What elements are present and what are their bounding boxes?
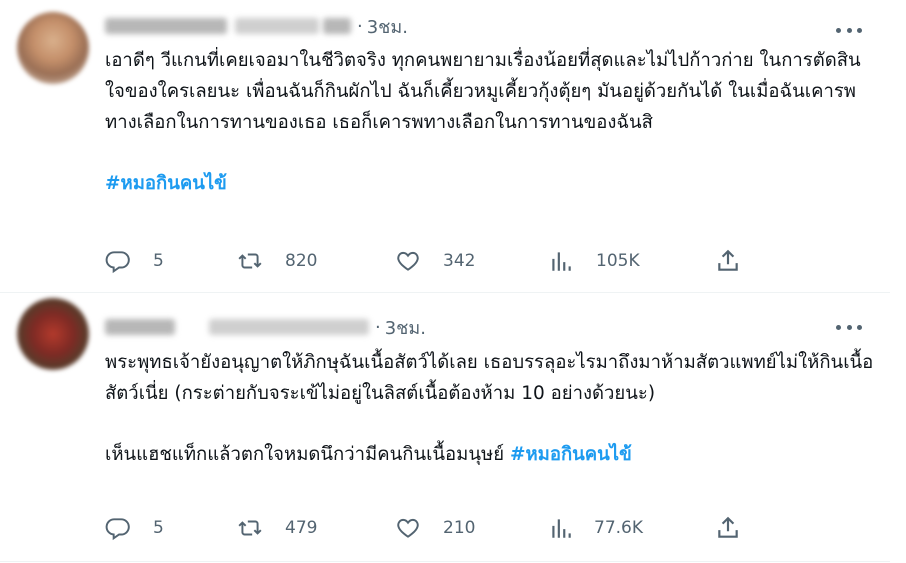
share-button[interactable] xyxy=(715,513,741,543)
like-button[interactable]: 210 xyxy=(395,513,475,543)
tweet-text: พระพุทธเจ้ายังอนุญาตให้ภิกษุฉันเนื้อสัตว… xyxy=(105,347,880,470)
views-chart-icon xyxy=(552,519,571,538)
blurred-display-name[interactable] xyxy=(105,18,227,34)
reply-icon xyxy=(105,251,130,274)
share-icon xyxy=(718,249,738,271)
separator-dot: · xyxy=(357,15,363,37)
reply-count: 5 xyxy=(153,251,164,271)
view-count: 105K xyxy=(596,251,640,271)
repost-count: 820 xyxy=(285,251,318,271)
tweet-hashtag-line: #หมอกินคนไข้ xyxy=(105,168,880,199)
blurred-handle[interactable] xyxy=(209,319,369,335)
heart-icon xyxy=(397,518,419,538)
tweet-timestamp[interactable]: 3ชม. xyxy=(385,313,426,342)
separator-dot: · xyxy=(375,316,381,338)
hashtag-link[interactable]: #หมอกินคนไข้ xyxy=(105,173,227,194)
tweet-paragraph: เอาดีๆ วีแกนที่เคยเจอมาในชีวิตจริง ทุกคน… xyxy=(105,50,861,133)
avatar[interactable] xyxy=(17,12,89,84)
view-count: 77.6K xyxy=(594,518,643,538)
tweet-header: · 3ชม. xyxy=(105,14,408,38)
views-button[interactable]: 77.6K xyxy=(548,513,643,543)
like-button[interactable]: 342 xyxy=(395,246,475,276)
avatar[interactable] xyxy=(17,298,89,370)
repost-count: 479 xyxy=(285,518,318,538)
tweet-hashtag-line: เห็นแฮชแท็กแล้วตกใจหมดนึกว่ามีคนกินเนื้อ… xyxy=(105,439,880,470)
more-dots-icon[interactable] xyxy=(836,20,862,40)
blurred-display-name[interactable] xyxy=(105,319,175,335)
tweet-paragraph: พระพุทธเจ้ายังอนุญาตให้ภิกษุฉันเนื้อสัตว… xyxy=(105,352,874,404)
reply-button[interactable]: 5 xyxy=(105,513,164,543)
hashtag-link[interactable]: #หมอกินคนไข้ xyxy=(510,444,632,465)
more-dots-icon[interactable] xyxy=(836,317,862,337)
repost-icon xyxy=(238,253,262,269)
blurred-handle-part xyxy=(323,18,351,34)
blurred-handle[interactable] xyxy=(235,18,319,34)
share-icon xyxy=(718,516,738,538)
tweet-text: เอาดีๆ วีแกนที่เคยเจอมาในชีวิตจริง ทุกคน… xyxy=(105,45,880,199)
reply-count: 5 xyxy=(153,518,164,538)
like-count: 210 xyxy=(443,518,476,538)
share-button[interactable] xyxy=(715,246,741,276)
repost-button[interactable]: 820 xyxy=(237,246,317,276)
tweet-timestamp[interactable]: 3ชม. xyxy=(367,12,408,41)
tweet[interactable]: · 3ชม. เอาดีๆ วีแกนที่เคยเจอมาในชีวิตจริ… xyxy=(0,0,890,293)
timeline-feed: · 3ชม. เอาดีๆ วีแกนที่เคยเจอมาในชีวิตจริ… xyxy=(0,0,906,563)
hashtag-line-text: เห็นแฮชแท็กแล้วตกใจหมดนึกว่ามีคนกินเนื้อ… xyxy=(105,444,510,465)
reply-icon xyxy=(105,518,130,541)
views-button[interactable]: 105K xyxy=(548,246,640,276)
repost-button[interactable]: 479 xyxy=(237,513,317,543)
like-count: 342 xyxy=(443,251,476,271)
views-chart-icon xyxy=(552,252,571,271)
tweet[interactable]: · 3ชม. พระพุทธเจ้ายังอนุญาตให้ภิกษุฉันเน… xyxy=(0,293,890,562)
heart-icon xyxy=(397,251,419,271)
repost-icon xyxy=(238,520,262,536)
tweet-header: · 3ชม. xyxy=(105,315,426,339)
reply-button[interactable]: 5 xyxy=(105,246,164,276)
